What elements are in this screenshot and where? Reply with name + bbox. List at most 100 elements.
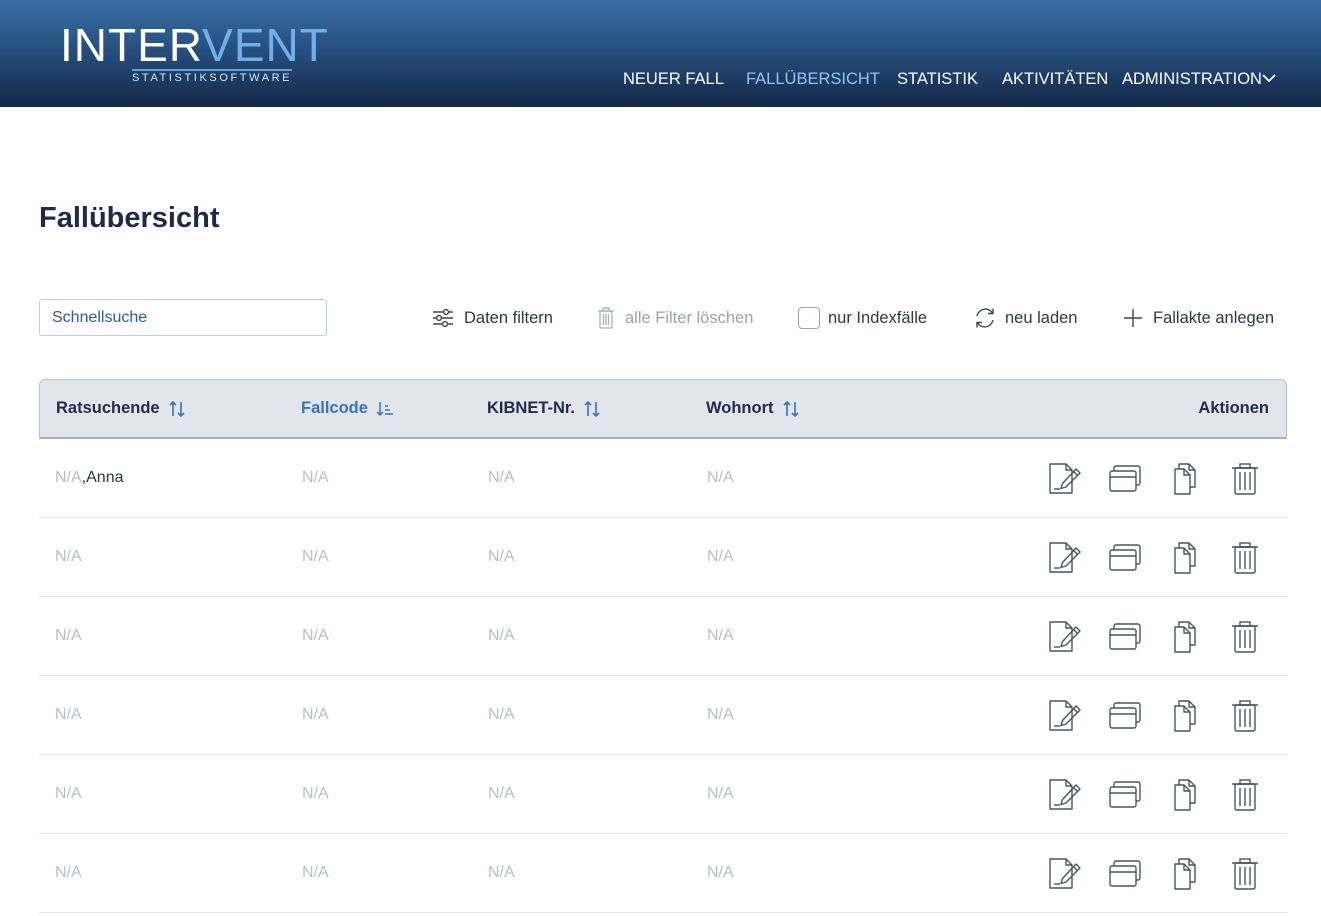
column-header-label: Ratsuchende: [56, 399, 160, 417]
edit-document-icon[interactable]: [1047, 699, 1083, 733]
sliders-icon: [433, 308, 453, 328]
column-header-label: KIBNET-Nr.: [487, 399, 576, 417]
clear-filters-label: alle Filter löschen: [625, 308, 754, 327]
edit-document-icon[interactable]: [1047, 778, 1083, 812]
cell-wohnort: N/A: [707, 706, 734, 723]
trash-icon[interactable]: [1227, 620, 1263, 654]
filter-data-button[interactable]: Daten filtern: [432, 307, 553, 329]
cell-wohnort: N/A: [707, 785, 734, 802]
column-header-actions: Aktionen: [1198, 399, 1269, 417]
cell-last-name: N/A: [55, 627, 82, 644]
trash-icon: [598, 307, 614, 329]
logo-wordmark-blue: VENT: [202, 19, 329, 71]
cell-fallcode: N/A: [302, 706, 329, 723]
cell-ratsuchende: N/A: [55, 548, 82, 566]
cell-last-name: N/A: [55, 706, 82, 723]
copy-icon[interactable]: [1167, 778, 1203, 812]
sort-icon: [584, 400, 600, 417]
create-case-button[interactable]: Fallakte anlegen: [1123, 307, 1274, 329]
trash-icon[interactable]: [1227, 778, 1263, 812]
cell-ratsuchende: N/A: [55, 706, 82, 724]
cell-ratsuchende: N/A: [55, 627, 82, 645]
table-row: N/A,Anna N/A N/A N/A: [39, 439, 1287, 518]
cell-kibnet: N/A: [488, 469, 515, 486]
column-header-label: Wohnort: [706, 399, 774, 417]
cell-wohnort: N/A: [707, 864, 734, 881]
column-header-ratsuchende[interactable]: Ratsuchende: [56, 399, 186, 418]
nav-item-aktivitaeten[interactable]: AKTIVITÄTEN: [1002, 68, 1108, 90]
filter-data-label: Daten filtern: [464, 308, 553, 327]
cell-ratsuchende: N/A,Anna: [55, 469, 124, 487]
logo-wordmark-white: INTER: [60, 19, 203, 71]
copy-icon[interactable]: [1167, 541, 1203, 575]
copy-icon[interactable]: [1167, 620, 1203, 654]
cell-kibnet: N/A: [488, 785, 515, 802]
cell-fallcode: N/A: [302, 627, 329, 644]
cell-last-name: N/A: [55, 785, 82, 802]
page-title: Fallübersicht: [39, 202, 220, 234]
trash-icon[interactable]: [1227, 699, 1263, 733]
table-row: N/A N/A N/A N/A: [39, 834, 1287, 913]
cell-kibnet: N/A: [488, 627, 515, 644]
open-window-icon[interactable]: [1107, 699, 1143, 733]
quick-search-input[interactable]: [39, 299, 327, 336]
open-window-icon[interactable]: [1107, 778, 1143, 812]
trash-icon[interactable]: [1227, 541, 1263, 575]
edit-document-icon[interactable]: [1047, 462, 1083, 496]
cell-last-name: N/A: [55, 469, 82, 486]
open-window-icon[interactable]: [1107, 462, 1143, 496]
open-window-icon[interactable]: [1107, 857, 1143, 891]
nav-item-administration[interactable]: ADMINISTRATION: [1122, 68, 1262, 90]
edit-document-icon[interactable]: [1047, 620, 1083, 654]
nav-item-falluebersicht[interactable]: FALLÜBERSICHT: [746, 68, 880, 90]
clear-filters-button[interactable]: alle Filter löschen: [597, 307, 753, 329]
copy-icon[interactable]: [1167, 857, 1203, 891]
top-navigation-bar: INTERVENT STATISTIKSOFTWARE: [0, 0, 1321, 107]
column-header-wohnort[interactable]: Wohnort: [706, 399, 800, 418]
column-header-fallcode[interactable]: Fallcode: [301, 399, 394, 418]
plus-icon: [1124, 309, 1142, 327]
copy-icon[interactable]: [1167, 462, 1203, 496]
nav-item-neuer-fall[interactable]: NEUER FALL: [623, 68, 724, 90]
create-case-label: Fallakte anlegen: [1153, 308, 1275, 327]
cell-last-name: N/A: [55, 864, 82, 881]
edit-document-icon[interactable]: [1047, 541, 1083, 575]
table-row: N/A N/A N/A N/A: [39, 676, 1287, 755]
logo-wordmark: INTERVENT: [60, 22, 329, 68]
table-header: Ratsuchende Fallcode KIBNET-Nr. Wohnort: [39, 379, 1287, 439]
cell-kibnet: N/A: [488, 548, 515, 565]
edit-document-icon[interactable]: [1047, 857, 1083, 891]
cell-wohnort: N/A: [707, 627, 734, 644]
open-window-icon[interactable]: [1107, 541, 1143, 575]
column-header-label: Fallcode: [301, 399, 368, 417]
open-window-icon[interactable]: [1107, 620, 1143, 654]
copy-icon[interactable]: [1167, 699, 1203, 733]
cell-fallcode: N/A: [302, 864, 329, 881]
index-only-checkbox[interactable]: [798, 307, 820, 329]
sort-icon: [169, 400, 185, 417]
cell-fallcode: N/A: [302, 469, 329, 486]
reload-button[interactable]: neu laden: [973, 307, 1078, 329]
cell-first-name: Anna: [86, 469, 124, 486]
chevron-down-icon[interactable]: [1262, 73, 1276, 83]
cell-fallcode: N/A: [302, 548, 329, 565]
column-header-kibnet[interactable]: KIBNET-Nr.: [487, 399, 601, 418]
cell-wohnort: N/A: [707, 469, 734, 486]
index-only-label: nur Indexfälle: [828, 308, 928, 327]
nav-item-statistik[interactable]: STATISTIK: [897, 68, 978, 90]
cell-ratsuchende: N/A: [55, 785, 82, 803]
cell-kibnet: N/A: [488, 864, 515, 881]
cell-last-name: N/A: [55, 548, 82, 565]
cell-fallcode: N/A: [302, 785, 329, 802]
index-only-toggle[interactable]: nur Indexfälle: [798, 307, 927, 329]
table-row: N/A N/A N/A N/A: [39, 755, 1287, 834]
trash-icon[interactable]: [1227, 462, 1263, 496]
table-row: N/A N/A N/A N/A: [39, 518, 1287, 597]
table-row: N/A N/A N/A N/A: [39, 597, 1287, 676]
reload-label: neu laden: [1005, 308, 1078, 327]
sort-descending-icon: [376, 401, 393, 416]
main-nav: NEUER FALL FALLÜBERSICHT STATISTIK AKTIV…: [0, 68, 1321, 90]
cell-wohnort: N/A: [707, 548, 734, 565]
trash-icon[interactable]: [1227, 857, 1263, 891]
cell-ratsuchende: N/A: [55, 864, 82, 882]
